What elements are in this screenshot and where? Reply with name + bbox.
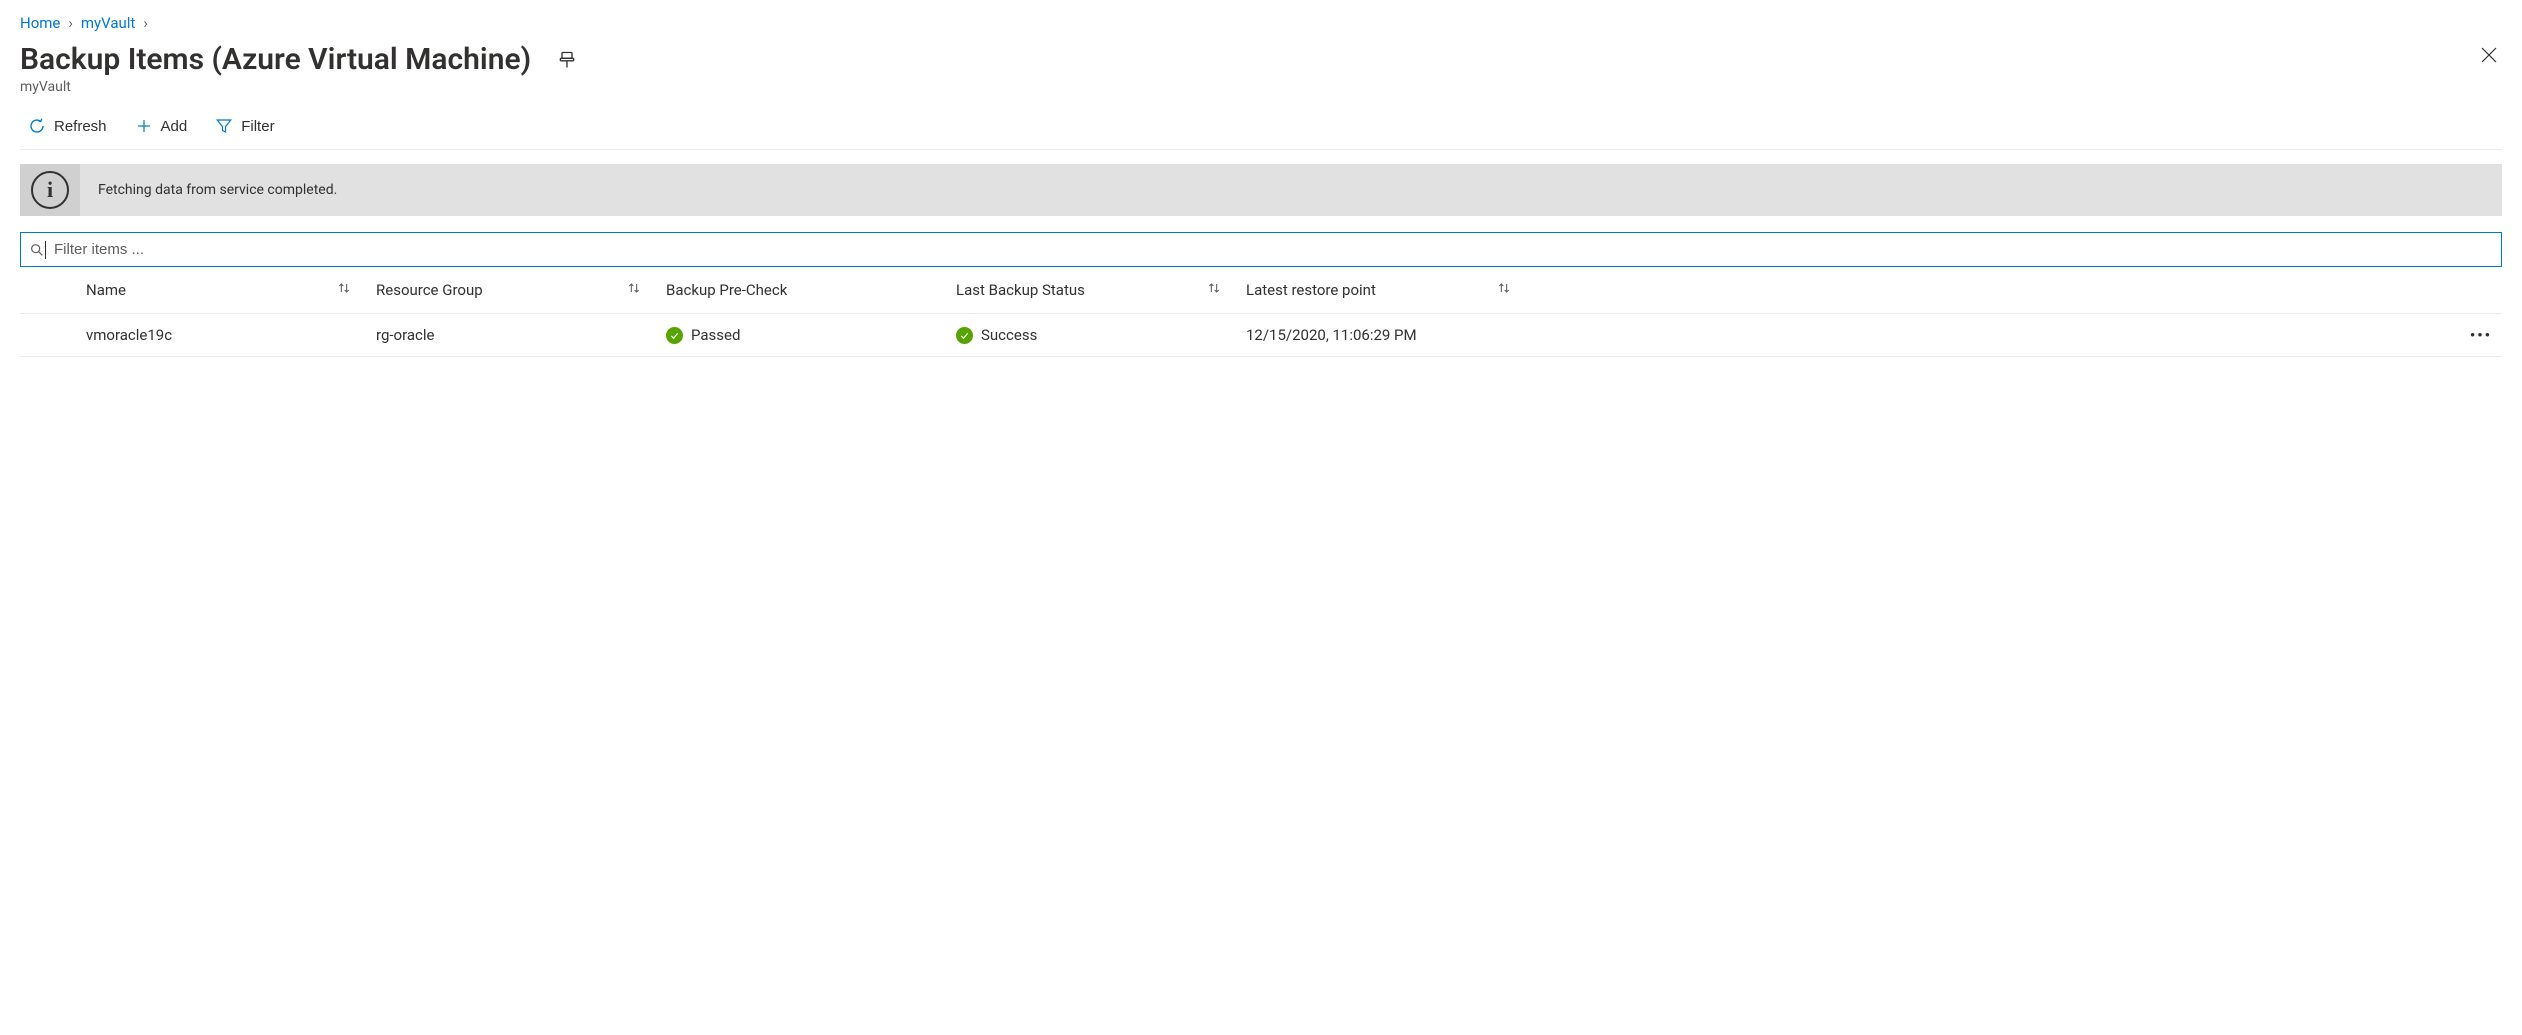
notification-bar: i Fetching data from service completed.: [20, 164, 2502, 216]
page-title: Backup Items (Azure Virtual Machine): [20, 42, 531, 77]
add-label: Add: [161, 118, 188, 135]
breadcrumb-home[interactable]: Home: [20, 14, 60, 32]
column-spacer: [20, 267, 76, 314]
filter-label: Filter: [241, 118, 274, 135]
column-lbs-label: Last Backup Status: [956, 281, 1085, 299]
pin-icon[interactable]: [553, 46, 581, 74]
check-circle-icon: [956, 327, 973, 344]
pre-check-value: Passed: [691, 326, 740, 344]
sort-icon: [336, 280, 352, 300]
sort-icon: [1496, 280, 1512, 300]
cell-name: vmoracle19c: [76, 314, 366, 357]
backup-items-table: Name Resource Group: [20, 267, 2502, 357]
chevron-right-icon: ›: [68, 14, 73, 32]
sort-icon: [1206, 280, 1222, 300]
toolbar: Refresh Add Filter: [20, 109, 2502, 150]
chevron-right-icon: ›: [143, 14, 148, 32]
column-lrp-label: Latest restore point: [1246, 281, 1376, 299]
filter-input[interactable]: [48, 237, 2493, 262]
cell-last-status: Success: [946, 314, 1236, 357]
add-button[interactable]: Add: [131, 115, 192, 137]
refresh-label: Refresh: [54, 118, 107, 135]
filter-input-wrap[interactable]: [20, 232, 2502, 267]
cell-pre-check: Passed: [656, 314, 946, 357]
column-restore-point[interactable]: Latest restore point: [1236, 267, 1526, 314]
column-actions: [1526, 267, 2502, 314]
row-more-icon[interactable]: •••: [2470, 326, 2492, 344]
notification-text: Fetching data from service completed.: [80, 164, 355, 216]
search-icon: [29, 242, 45, 258]
column-resource-group[interactable]: Resource Group: [366, 267, 656, 314]
last-status-value: Success: [981, 326, 1037, 344]
breadcrumb-vault[interactable]: myVault: [81, 14, 135, 32]
sort-icon: [626, 280, 642, 300]
close-icon[interactable]: [2476, 42, 2502, 68]
column-rg-label: Resource Group: [376, 281, 483, 299]
info-icon: i: [31, 171, 69, 209]
check-circle-icon: [666, 327, 683, 344]
breadcrumb: Home › myVault ›: [20, 10, 2502, 42]
cell-restore-point: 12/15/2020, 11:06:29 PM: [1236, 314, 1526, 357]
column-last-status[interactable]: Last Backup Status: [946, 267, 1236, 314]
column-pre-check[interactable]: Backup Pre-Check: [656, 267, 946, 314]
column-name[interactable]: Name: [76, 267, 366, 314]
column-pre-label: Backup Pre-Check: [666, 281, 787, 299]
column-name-label: Name: [86, 281, 126, 299]
cell-resource-group: rg-oracle: [366, 314, 656, 357]
filter-button[interactable]: Filter: [211, 115, 278, 137]
page-subtitle: myVault: [20, 79, 581, 95]
text-caret: [45, 241, 46, 259]
table-row[interactable]: vmoracle19c rg-oracle Passed: [20, 314, 2502, 357]
refresh-button[interactable]: Refresh: [24, 115, 111, 137]
